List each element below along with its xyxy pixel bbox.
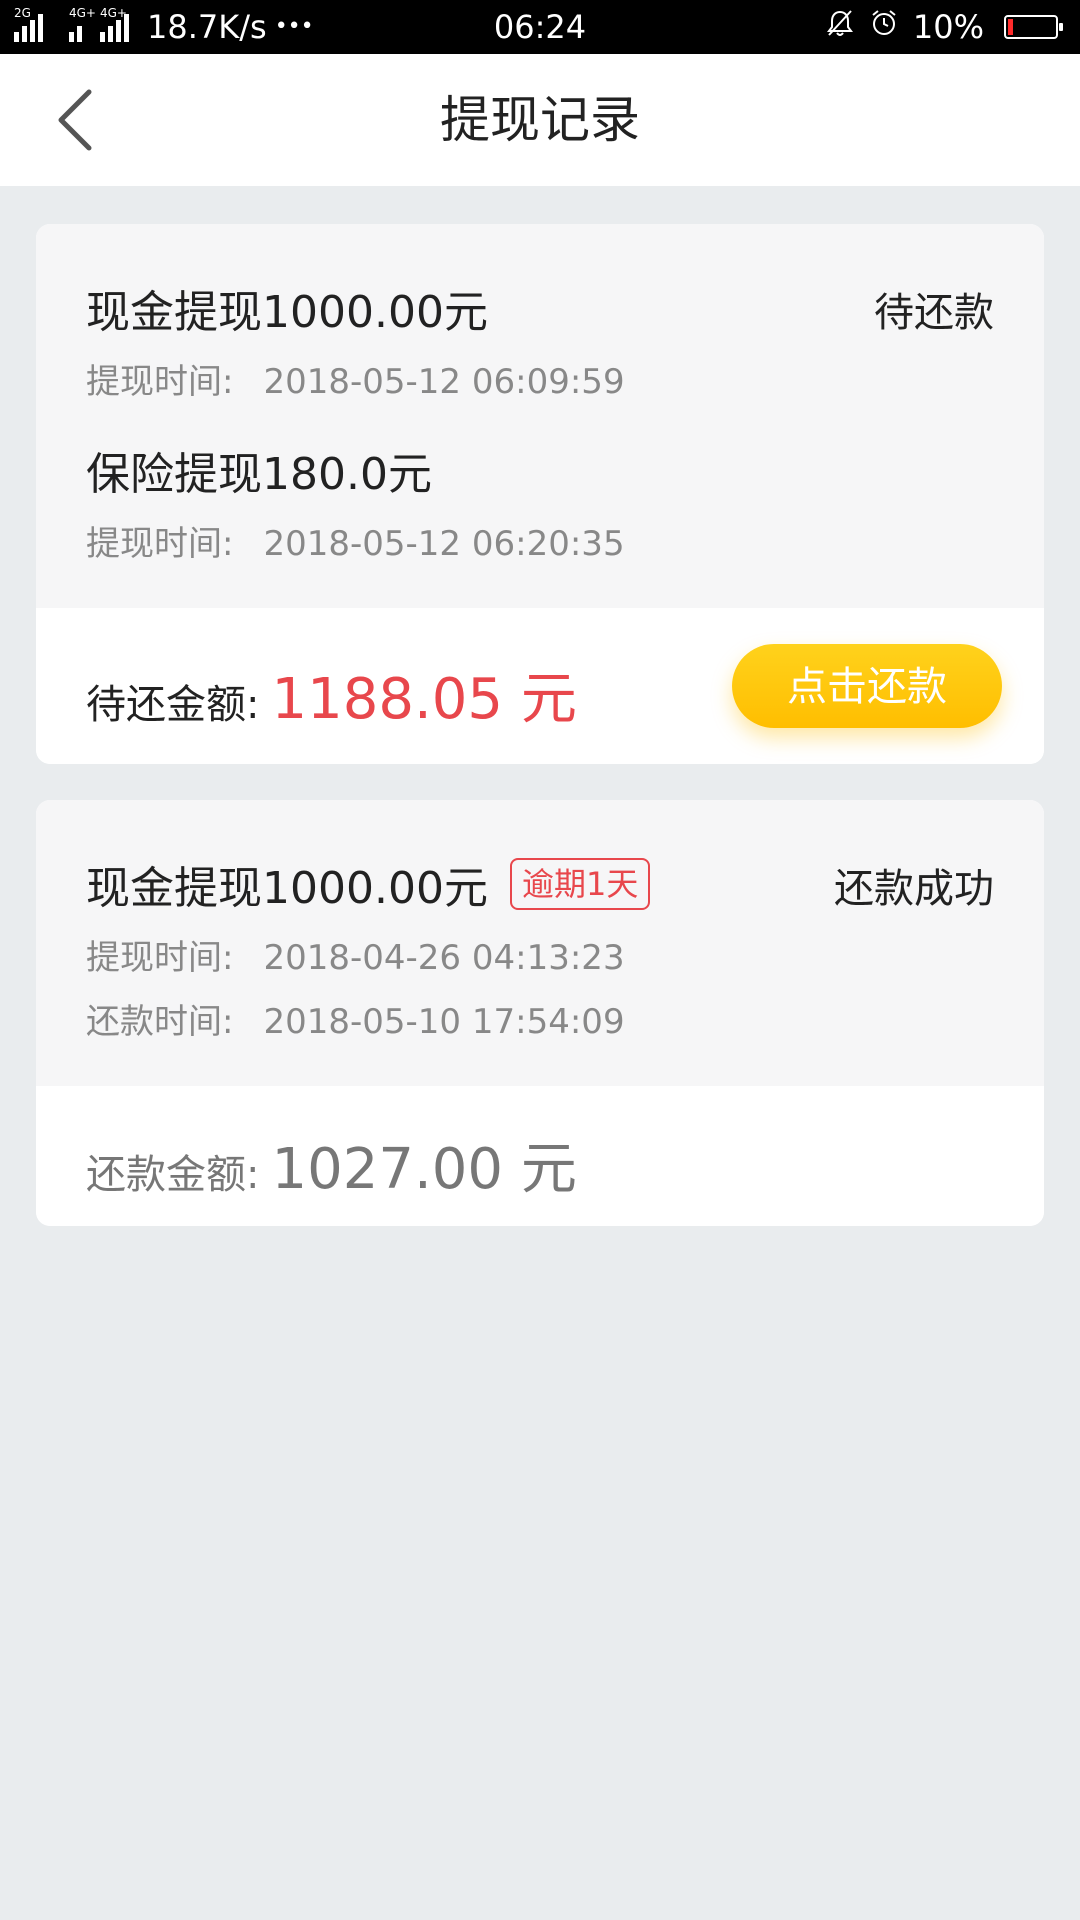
record-card-pending: 待还款 现金提现1000.00元 提现时间: 2018-05-12 06:09:5… (36, 224, 1044, 764)
withdraw-title-row: 现金提现1000.00元 逾期1天 (86, 852, 651, 916)
insurance-withdraw-time-label: 提现时间: (86, 524, 234, 564)
pending-amount-row: 待还金额: 1188.05 元 (86, 654, 577, 735)
battery-icon (1004, 15, 1063, 39)
record-status: 还款成功 (834, 866, 994, 912)
page-title: 提现记录 (440, 91, 640, 149)
nav-bar: 提现记录 (0, 54, 1080, 186)
withdraw-time-row: 提现时间: 2018-05-12 06:09:59 (86, 354, 625, 403)
battery-fill (1008, 19, 1013, 35)
repay-time-value: 2018-05-10 17:54:09 (263, 1002, 625, 1042)
status-right: 10% (825, 0, 1066, 54)
repay-button[interactable]: 点击还款 (732, 644, 1002, 728)
repaid-amount-row: 还款金额: 1027.00 元 (86, 1124, 577, 1205)
repay-time-row: 还款时间: 2018-05-10 17:54:09 (86, 994, 625, 1043)
status-bar: 2G 4G+ 4G+ 18.7K/s ••• 06:24 10% (0, 0, 1080, 54)
insurance-withdraw-time-value: 2018-05-12 06:20:35 (263, 524, 625, 564)
withdraw-time-value: 2018-04-26 04:13:23 (263, 938, 625, 978)
pending-amount-label: 待还金额: (86, 682, 260, 728)
record-details: 还款成功 现金提现1000.00元 逾期1天 提现时间: 2018-04-26 0… (36, 800, 1044, 1086)
withdraw-time-value: 2018-05-12 06:09:59 (263, 362, 625, 402)
record-details: 待还款 现金提现1000.00元 提现时间: 2018-05-12 06:09:5… (36, 224, 1044, 608)
insurance-withdraw-time-row: 提现时间: 2018-05-12 06:20:35 (86, 516, 625, 565)
record-amount-section: 待还金额: 1188.05 元 点击还款 (36, 608, 1044, 764)
withdraw-title: 现金提现1000.00元 (86, 287, 488, 338)
record-status: 待还款 (874, 290, 994, 336)
mute-bell-icon (825, 0, 855, 54)
battery-percent: 10% (912, 8, 984, 46)
withdraw-title: 现金提现1000.00元 (86, 863, 488, 914)
pending-amount-value: 1188.05 元 (271, 667, 577, 732)
repaid-amount-value: 1027.00 元 (271, 1137, 577, 1202)
record-card-repaid: 还款成功 现金提现1000.00元 逾期1天 提现时间: 2018-04-26 0… (36, 800, 1044, 1226)
repaid-amount-label: 还款金额: (86, 1152, 260, 1198)
withdraw-time-label: 提现时间: (86, 938, 234, 978)
repay-time-label: 还款时间: (86, 1002, 234, 1042)
record-amount-section: 还款金额: 1027.00 元 (36, 1086, 1044, 1226)
withdraw-time-label: 提现时间: (86, 362, 234, 402)
overdue-badge: 逾期1天 (509, 858, 651, 910)
alarm-icon (869, 0, 899, 54)
insurance-withdraw-title: 保险提现180.0元 (86, 449, 432, 500)
withdraw-time-row: 提现时间: 2018-04-26 04:13:23 (86, 930, 625, 979)
